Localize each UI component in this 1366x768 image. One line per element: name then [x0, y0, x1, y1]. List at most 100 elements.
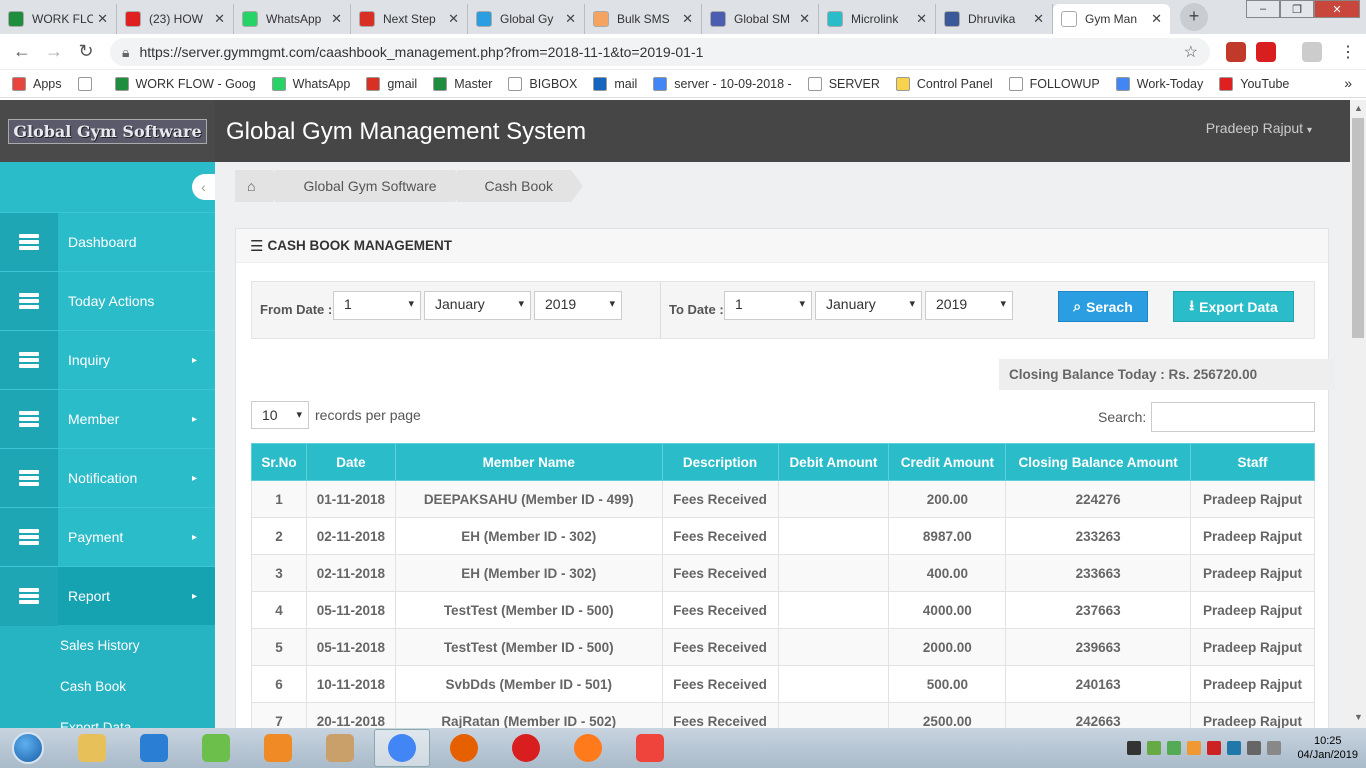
clock[interactable]: 10:25 04/Jan/2019: [1297, 734, 1358, 762]
taskbar-app-media[interactable]: [250, 729, 306, 767]
breadcrumb-home[interactable]: ⌂: [235, 170, 287, 202]
from-year-select[interactable]: 2019: [534, 291, 622, 320]
taskbar-app-opera[interactable]: [498, 729, 554, 767]
browser-tab[interactable]: Gym Man ✕: [1053, 4, 1170, 34]
sidebar-subitem[interactable]: Sales History: [0, 625, 215, 666]
tray-icon[interactable]: [1167, 741, 1182, 755]
bookmark-item[interactable]: Work-Today: [1115, 76, 1203, 91]
bookmark-item[interactable]: WORK FLOW - Goog: [114, 76, 256, 91]
column-header[interactable]: Member Name: [394, 443, 663, 481]
browser-tab[interactable]: Microlink ✕: [819, 4, 936, 34]
column-header[interactable]: Credit Amount: [888, 443, 1007, 481]
tab-close-icon[interactable]: ✕: [799, 11, 810, 27]
from-day-select[interactable]: 1: [333, 291, 421, 320]
table-row[interactable]: 3 02-11-2018 EH (Member ID - 302) Fees Rece…: [251, 554, 1315, 592]
sidebar-item-notification[interactable]: Notification ▸: [0, 448, 215, 508]
bookmark-item[interactable]: server - 10-09-2018 -: [653, 76, 792, 91]
tray-icon[interactable]: [1227, 741, 1242, 755]
export-button[interactable]: ⭳ Export Data: [1173, 291, 1294, 322]
tab-close-icon[interactable]: ✕: [565, 11, 576, 27]
tab-close-icon[interactable]: ✕: [1033, 11, 1044, 27]
extension-icon[interactable]: [1226, 42, 1246, 62]
table-row[interactable]: 5 05-11-2018 TestTest (Member ID - 500) Fee…: [251, 628, 1315, 666]
table-row[interactable]: 6 10-11-2018 SvbDds (Member ID - 501) Fees …: [251, 665, 1315, 703]
browser-tab[interactable]: Next Step ✕: [351, 4, 468, 34]
bookmark-item[interactable]: [77, 76, 99, 91]
tab-close-icon[interactable]: ✕: [916, 11, 927, 27]
browser-tab[interactable]: Dhruvika ✕: [936, 4, 1053, 34]
forward-icon[interactable]: →: [38, 41, 70, 62]
browser-tab[interactable]: WhatsApp ✕: [234, 4, 351, 34]
from-month-select[interactable]: January: [424, 291, 531, 320]
sidebar-subitem[interactable]: Cash Book: [0, 666, 215, 707]
scroll-thumb[interactable]: [1352, 118, 1364, 338]
taskbar-app-anydesk[interactable]: [622, 729, 678, 767]
to-month-select[interactable]: January: [815, 291, 922, 320]
volume-icon[interactable]: [1267, 741, 1282, 755]
taskbar-app-firefox[interactable]: [560, 729, 616, 767]
tray-icon[interactable]: [1147, 741, 1162, 755]
start-button[interactable]: [6, 729, 50, 767]
extension-icon[interactable]: [1256, 42, 1276, 62]
tab-close-icon[interactable]: ✕: [448, 11, 459, 27]
bookmark-item[interactable]: Master: [433, 76, 492, 91]
taskbar-app-firefox-dev[interactable]: [436, 729, 492, 767]
column-header[interactable]: Staff: [1190, 443, 1315, 481]
bookmark-star-icon[interactable]: ☆: [1184, 42, 1198, 62]
breadcrumb-item[interactable]: Global Gym Software: [275, 170, 467, 202]
column-header[interactable]: Date: [305, 443, 396, 481]
sidebar-collapse-icon[interactable]: ‹: [192, 174, 215, 200]
browser-tab[interactable]: Bulk SMS ✕: [585, 4, 702, 34]
scroll-up-icon[interactable]: ▲: [1354, 103, 1363, 113]
bluetooth-icon[interactable]: [1127, 741, 1142, 755]
browser-tab[interactable]: WORK FLO ✕: [0, 4, 117, 34]
breadcrumb-item[interactable]: Cash Book: [456, 170, 584, 202]
user-menu[interactable]: Pradeep Rajput ▾: [1206, 120, 1312, 136]
sidebar-subitem[interactable]: Export Data: [0, 707, 215, 728]
tab-close-icon[interactable]: ✕: [214, 11, 225, 27]
close-window-button[interactable]: ✕: [1314, 0, 1360, 18]
reload-icon[interactable]: ↻: [70, 41, 102, 62]
browser-tab[interactable]: Global Gy ✕: [468, 4, 585, 34]
column-header[interactable]: Debit Amount: [777, 443, 890, 481]
to-day-select[interactable]: 1: [724, 291, 812, 320]
bookmark-item[interactable]: WhatsApp: [271, 76, 350, 91]
bookmark-item[interactable]: gmail: [366, 76, 417, 91]
extension-icon[interactable]: [1302, 42, 1322, 62]
table-row[interactable]: 4 05-11-2018 TestTest (Member ID - 500) Fee…: [251, 591, 1315, 629]
page-size-select[interactable]: 10: [251, 401, 309, 429]
taskbar-app-paint[interactable]: [312, 729, 368, 767]
sidebar-item-member[interactable]: Member ▸: [0, 389, 215, 449]
tab-close-icon[interactable]: ✕: [1151, 11, 1162, 27]
bookmark-item[interactable]: FOLLOWUP: [1008, 76, 1100, 91]
taskbar-app-chrome[interactable]: [374, 729, 430, 767]
sidebar-item-report[interactable]: Report ▸: [0, 566, 215, 626]
minimize-button[interactable]: –: [1246, 0, 1280, 18]
sidebar-item-payment[interactable]: Payment ▸: [0, 507, 215, 567]
bookmark-item[interactable]: Apps: [12, 76, 62, 91]
browser-tab[interactable]: Global SM ✕: [702, 4, 819, 34]
sidebar-item-inquiry[interactable]: Inquiry ▸: [0, 330, 215, 390]
tray-icon[interactable]: [1187, 741, 1202, 755]
bookmark-item[interactable]: SERVER: [807, 76, 880, 91]
taskbar-app-ie[interactable]: [126, 729, 182, 767]
tab-close-icon[interactable]: ✕: [97, 11, 108, 27]
tab-close-icon[interactable]: ✕: [682, 11, 693, 27]
table-row[interactable]: 2 02-11-2018 EH (Member ID - 302) Fees Rece…: [251, 517, 1315, 555]
sidebar-item-dashboard[interactable]: Dashboard: [0, 212, 215, 272]
search-button[interactable]: ⌕ Serach: [1058, 291, 1148, 322]
back-icon[interactable]: ←: [6, 41, 38, 62]
new-tab-button[interactable]: +: [1180, 2, 1208, 31]
to-year-select[interactable]: 2019: [925, 291, 1013, 320]
menu-icon[interactable]: ⋮: [1340, 42, 1356, 62]
table-row[interactable]: 7 20-11-2018 RajRatan (Member ID - 502) Fee…: [251, 702, 1315, 728]
bookmark-item[interactable]: mail: [593, 76, 637, 91]
network-icon[interactable]: [1247, 741, 1262, 755]
search-input[interactable]: [1151, 402, 1315, 432]
bookmark-item[interactable]: BIGBOX: [508, 76, 577, 91]
sidebar-item-today-actions[interactable]: Today Actions: [0, 271, 215, 331]
column-header[interactable]: Closing Balance Amount: [1005, 443, 1192, 481]
url-bar[interactable]: 🔒︎ https://server.gymmgmt.com/caashbook_…: [110, 38, 1210, 66]
page-scrollbar[interactable]: ▲ ▼: [1350, 100, 1366, 728]
tray-icon[interactable]: [1207, 741, 1222, 755]
